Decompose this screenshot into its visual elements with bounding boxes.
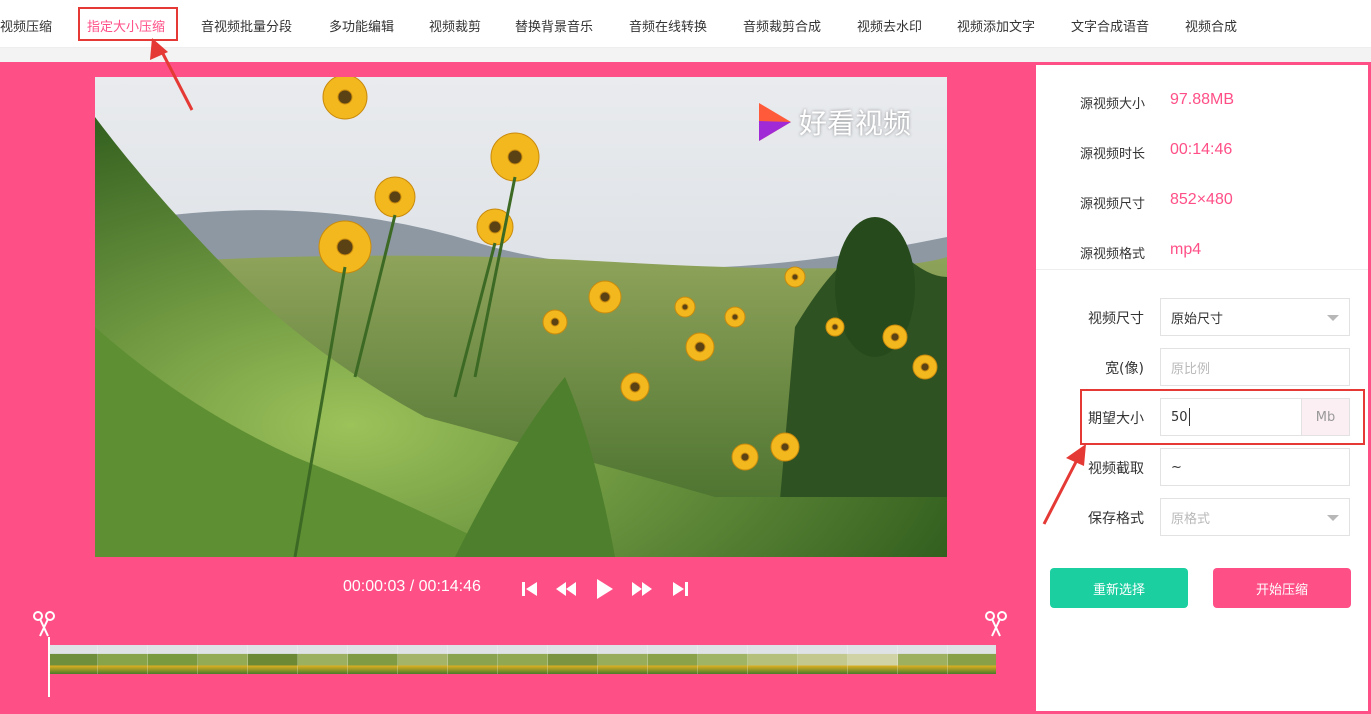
chevron-down-icon [1327, 315, 1339, 321]
save-format-label: 保存格式 [1088, 511, 1144, 527]
width-input[interactable]: 原比例 [1160, 348, 1350, 386]
width-label: 宽(像) [1105, 361, 1144, 377]
clip-range-value: ~ [1171, 459, 1182, 475]
filmstrip-frame [98, 645, 148, 674]
skip-to-start-icon [522, 582, 537, 596]
source-format-label: 源视频格式 [1080, 247, 1146, 262]
fast-forward-button[interactable] [629, 576, 655, 602]
settings-panel: 源视频大小 97.88MB 源视频时长 00:14:46 源视频尺寸 852×4… [1036, 62, 1371, 714]
skip-end-button[interactable] [667, 576, 693, 602]
play-button[interactable] [591, 576, 617, 602]
filmstrip-frame [48, 645, 98, 674]
source-size-label: 源视频大小 [1080, 97, 1146, 112]
filmstrip-frame [548, 645, 598, 674]
clip-label: 视频截取 [1088, 461, 1144, 477]
current-time: 00:00:03 [343, 578, 406, 595]
tab-audio-merge[interactable]: 音频裁剪合成 [743, 16, 821, 35]
filmstrip-frame [898, 645, 948, 674]
video-size-value: 原始尺寸 [1171, 311, 1224, 327]
source-duration-value: 00:14:46 [1170, 141, 1233, 158]
save-format-select[interactable]: 原格式 [1160, 498, 1350, 536]
source-dimensions-label: 源视频尺寸 [1080, 197, 1146, 212]
trim-start-handle[interactable] [32, 610, 56, 638]
save-format-value: 原格式 [1171, 511, 1211, 527]
video-scene [95, 77, 947, 557]
filmstrip-frame [798, 645, 848, 674]
filmstrip-frame [698, 645, 748, 674]
filmstrip-frame [748, 645, 798, 674]
source-format-value: mp4 [1170, 241, 1202, 258]
trim-end-handle[interactable] [984, 610, 1008, 638]
tab-video-crop[interactable]: 视频裁剪 [429, 16, 481, 35]
filmstrip-frame [298, 645, 348, 674]
top-nav: 视频压缩 指定大小压缩 音视频批量分段 多功能编辑 视频裁剪 替换背景音乐 音频… [0, 0, 1371, 48]
filmstrip-frame [848, 645, 898, 674]
filmstrip-frame [148, 645, 198, 674]
filmstrip-frame [648, 645, 698, 674]
tab-batch-segment[interactable]: 音视频批量分段 [201, 16, 292, 35]
scissors-icon [33, 611, 55, 637]
tab-remove-watermark[interactable]: 视频去水印 [857, 16, 922, 35]
active-tab-highlight-box [78, 7, 178, 41]
rewind-icon [556, 582, 576, 596]
source-dimensions-value: 852×480 [1170, 191, 1233, 208]
width-placeholder: 原比例 [1171, 361, 1211, 377]
video-size-select[interactable]: 原始尺寸 [1160, 298, 1350, 336]
scissors-icon [985, 611, 1007, 637]
video-preview[interactable]: 好看视频 [95, 77, 947, 557]
time-separator: / [409, 578, 415, 595]
nav-separator [0, 48, 1371, 62]
tab-video-merge[interactable]: 视频合成 [1185, 16, 1237, 35]
clip-range-input[interactable]: ~ [1160, 448, 1350, 486]
filmstrip-frame [398, 645, 448, 674]
tab-replace-bgm[interactable]: 替换背景音乐 [515, 16, 593, 35]
skip-start-button[interactable] [517, 576, 543, 602]
total-time: 00:14:46 [418, 578, 481, 595]
rewind-button[interactable] [553, 576, 579, 602]
filmstrip-frame [448, 645, 498, 674]
watermark-text: 好看视频 [799, 107, 912, 140]
tab-video-compress[interactable]: 视频压缩 [0, 16, 52, 35]
timeline-filmstrip[interactable] [48, 645, 996, 674]
target-size-highlight-box [1080, 389, 1365, 445]
tab-audio-convert[interactable]: 音频在线转换 [629, 16, 707, 35]
start-compress-button[interactable]: 开始压缩 [1213, 568, 1351, 608]
filmstrip-frame [498, 645, 548, 674]
tab-multi-edit[interactable]: 多功能编辑 [329, 16, 394, 35]
skip-to-end-icon [673, 582, 688, 596]
filmstrip-frame [248, 645, 298, 674]
play-icon [597, 579, 613, 599]
filmstrip-frame [948, 645, 996, 674]
video-size-label: 视频尺寸 [1088, 311, 1144, 327]
play-logo-icon [759, 103, 791, 141]
timecode: 00:00:03 / 00:14:46 [343, 578, 481, 596]
filmstrip-frame [348, 645, 398, 674]
fast-forward-icon [632, 582, 652, 596]
tab-text-to-speech[interactable]: 文字合成语音 [1071, 16, 1149, 35]
chevron-down-icon [1327, 515, 1339, 521]
editor-area: 好看视频 00:00:03 / 00:14:46 [0, 62, 1036, 714]
timeline-playhead[interactable] [48, 637, 50, 697]
filmstrip-frame [198, 645, 248, 674]
source-duration-label: 源视频时长 [1080, 147, 1146, 162]
panel-divider [1036, 269, 1368, 270]
source-size-value: 97.88MB [1170, 91, 1235, 108]
watermark: 好看视频 [755, 99, 911, 145]
reselect-button[interactable]: 重新选择 [1050, 568, 1188, 608]
filmstrip-frame [598, 645, 648, 674]
tab-add-text[interactable]: 视频添加文字 [957, 16, 1035, 35]
